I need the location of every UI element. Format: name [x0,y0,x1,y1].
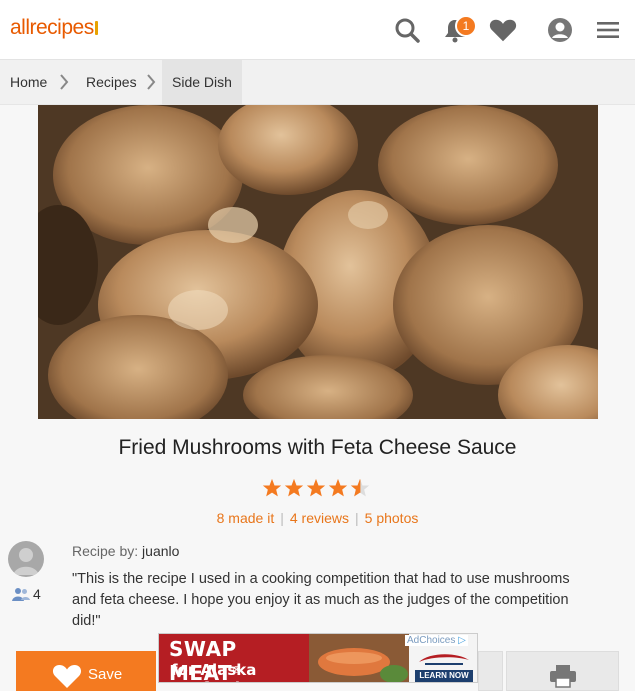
ad-learn-now-button[interactable]: LEARN NOW [415,670,473,682]
share-button[interactable] [478,651,503,691]
stats-divider: | [355,510,359,526]
advertisement-banner[interactable]: SWAP MEAT® for Alaska Seafood AdChoices … [158,633,478,683]
star-rating[interactable] [262,478,370,498]
author-avatar[interactable] [8,541,44,577]
recipe-byline: Recipe by: juanlo [72,543,179,559]
reviews-link[interactable]: 4 reviews [290,510,349,526]
followers-icon [12,588,30,601]
hamburger-menu-icon[interactable] [594,16,622,44]
ad-subline: for Alaska Seafood [171,661,257,682]
author-name[interactable]: juanlo [142,543,179,559]
star-icon [262,478,282,497]
chevron-right-icon [60,74,69,90]
recipe-title: Fried Mushrooms with Feta Cheese Sauce [118,436,517,459]
author-followers[interactable]: 4 [12,586,41,602]
star-icon [328,478,348,497]
logo-mark [94,21,98,35]
star-icon [306,478,326,497]
save-button[interactable]: Save [16,651,156,691]
recipe-photo[interactable] [38,105,598,419]
print-button[interactable] [506,651,619,691]
breadcrumb-side-dish[interactable]: Side Dish [162,60,242,105]
site-header: allrecipes 1 [0,0,635,60]
favorites-heart-icon[interactable] [489,16,517,44]
chevron-right-icon [147,74,156,90]
save-label: Save [88,666,123,683]
made-it-link[interactable]: 8 made it [217,510,275,526]
stats-divider: | [280,510,284,526]
ad-text-panel: SWAP MEAT® for Alaska Seafood [159,634,309,682]
breadcrumb-recipes[interactable]: Recipes [86,60,137,105]
fried-mushrooms-image [38,105,598,419]
profile-avatar-icon[interactable] [546,16,574,44]
search-icon[interactable] [393,16,421,44]
recipe-stats: 8 made it | 4 reviews | 5 photos [0,510,635,526]
print-icon [550,665,576,688]
breadcrumb-home[interactable]: Home [10,60,47,105]
adchoices-icon: ▷ [458,635,466,646]
breadcrumb: Home Recipes Side Dish [0,60,635,105]
notification-count-badge: 1 [455,15,477,37]
recipe-by-label: Recipe by: [72,543,139,559]
alaska-seafood-logo [419,654,469,665]
followers-count: 4 [33,586,41,602]
heart-icon [52,665,82,688]
half-star-icon [350,478,370,497]
adchoices-label[interactable]: AdChoices ▷ [405,635,468,646]
allrecipes-logo[interactable]: allrecipes [10,16,98,40]
recipe-description: "This is the recipe I used in a cooking … [72,571,570,629]
photos-link[interactable]: 5 photos [365,510,419,526]
star-icon [284,478,304,497]
ad-salmon-image [309,634,409,682]
